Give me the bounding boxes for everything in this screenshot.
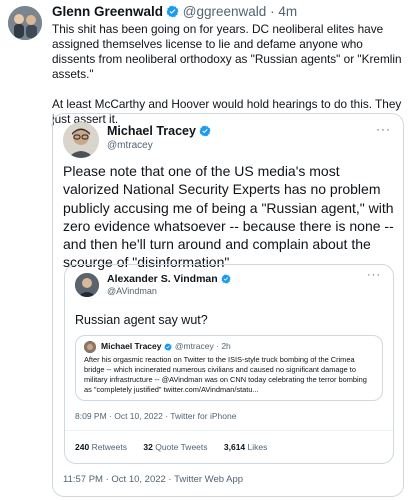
author-handle[interactable]: @AVindman — [107, 286, 157, 296]
author-name[interactable]: Alexander S. Vindman — [107, 273, 218, 285]
author-handle[interactable]: @mtracey — [107, 140, 153, 151]
likes-stat[interactable]: 3,614 Likes — [224, 442, 275, 452]
inner-quote-card[interactable]: Michael Tracey @mtracey · 2h After his o… — [75, 335, 383, 401]
tweet-text: Please note that one of the US media's m… — [63, 163, 394, 271]
verified-badge-icon — [199, 125, 211, 137]
dot-separator: · — [216, 341, 219, 351]
tweet-timestamp[interactable]: 8:09 PM · Oct 10, 2022 · Twitter for iPh… — [75, 411, 236, 421]
more-options-icon[interactable]: ··· — [367, 269, 381, 281]
retweets-count: 240 — [75, 442, 90, 452]
author-name[interactable]: Michael Tracey — [107, 124, 196, 138]
quotes-label: Quote Tweets — [155, 442, 208, 452]
avatar[interactable] — [63, 122, 99, 158]
quoted-tweet-card[interactable]: Michael Tracey @mtracey ··· Please note … — [52, 113, 404, 497]
quotes-count: 32 — [143, 442, 153, 452]
tweet-age[interactable]: 2h — [221, 341, 230, 351]
tweet-timestamp[interactable]: 11:57 PM · Oct 10, 2022 · Twitter Web Ap… — [63, 474, 243, 485]
tweet-text: Russian agent say wut? — [75, 313, 208, 327]
avatar-photo — [75, 273, 99, 297]
engagement-stats: 240 Retweets 32 Quote Tweets 3,614 Likes — [75, 442, 281, 452]
likes-count: 3,614 — [223, 442, 246, 452]
tweet-text: After his orgasmic reaction on Twitter t… — [84, 355, 367, 394]
retweets-label: Retweets — [91, 442, 127, 452]
avatar-photo — [63, 122, 99, 158]
divider — [65, 430, 393, 431]
avatar-photo — [84, 342, 96, 353]
avatar[interactable] — [84, 341, 96, 353]
nested-tweet-card[interactable]: Alexander S. Vindman @AVindman ··· Russi… — [64, 264, 394, 464]
avatar[interactable] — [75, 273, 99, 297]
verified-badge-icon — [164, 343, 173, 351]
author-handle[interactable]: @mtracey — [175, 341, 214, 351]
verified-badge-icon — [221, 274, 231, 284]
more-options-icon[interactable]: ··· — [376, 122, 391, 136]
retweets-stat[interactable]: 240 Retweets — [75, 442, 134, 452]
tweet-age[interactable]: 4m — [278, 4, 297, 19]
author-name[interactable]: Glenn Greenwald — [52, 4, 163, 19]
avatar[interactable] — [8, 6, 42, 40]
author-name[interactable]: Michael Tracey — [101, 341, 161, 351]
author-handle[interactable]: @ggreenwald — [183, 4, 267, 19]
avatar-photo — [8, 6, 42, 40]
likes-label: Likes — [247, 442, 268, 452]
verified-badge-icon — [166, 5, 179, 18]
quote-tweets-stat[interactable]: 32 Quote Tweets — [143, 442, 214, 452]
tweet-paragraph: This shit has been going on for years. D… — [52, 22, 402, 81]
dot-separator: · — [270, 4, 275, 19]
